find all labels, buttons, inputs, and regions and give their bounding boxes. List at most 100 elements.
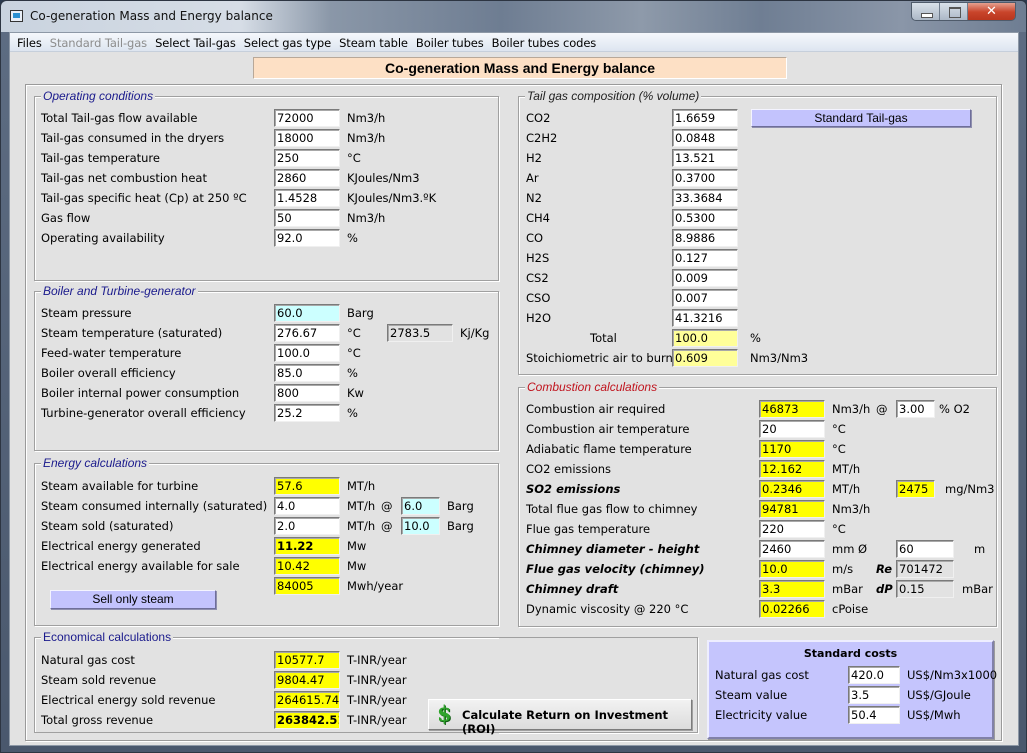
h2o-input[interactable]: 41.3216 (672, 309, 738, 327)
steam-pressure-input[interactable]: 60.0 (274, 304, 340, 322)
natural-gas-cost-readout: 10577.7 (274, 651, 340, 669)
steam-consumed-pressure-input[interactable]: 6.0 (401, 497, 440, 515)
combustion-air-temperature-input[interactable]: 20 (759, 420, 825, 438)
steam-temperature-input[interactable]: 276.67 (274, 324, 340, 342)
chimney-diameter-input[interactable]: 2460 (759, 540, 825, 558)
group-title: Energy calculations (41, 456, 150, 470)
calculate-roi-button[interactable]: $ Calculate Return on Investment (ROI) (428, 699, 692, 736)
label: Adiabatic flame temperature (526, 442, 692, 456)
unit: T-INR/year (347, 653, 407, 667)
label: Boiler internal power consumption (41, 386, 240, 400)
flue-gas-temperature-input[interactable]: 220 (759, 520, 825, 538)
cs2-input[interactable]: 0.009 (672, 269, 738, 287)
label: Tail-gas net combustion heat (41, 171, 207, 185)
unit: MT/h (347, 499, 376, 513)
unit: Nm3/h (347, 111, 386, 125)
menu-steam-table[interactable]: Steam table (335, 33, 412, 51)
label: Steam consumed internally (saturated) (41, 499, 268, 513)
window-title: Co-generation Mass and Energy balance (30, 9, 273, 23)
label: Tail-gas consumed in the dryers (41, 131, 225, 145)
label: Natural gas cost (715, 668, 809, 682)
label: Feed-water temperature (41, 346, 182, 360)
app-window-icon[interactable] (10, 10, 23, 22)
unit: Barg (447, 499, 474, 513)
steam-sold-input[interactable]: 2.0 (274, 517, 340, 535)
steam-available-readout: 57.6 (274, 477, 340, 495)
menu-standard-tail-gas[interactable]: Standard Tail-gas (46, 33, 151, 51)
turbine-efficiency-input[interactable]: 25.2 (274, 404, 340, 422)
menu-boiler-tubes[interactable]: Boiler tubes (412, 33, 488, 51)
electricity-value-input[interactable]: 50.4 (848, 706, 900, 724)
steam-sold-pressure-input[interactable]: 10.0 (401, 517, 440, 535)
combustion-air-required-readout: 46873 (759, 400, 825, 418)
total-label: Total (590, 331, 617, 345)
component-label: H2 (526, 151, 542, 165)
boiler-power-consumption-input[interactable]: 800 (274, 384, 340, 402)
label: CO2 emissions (526, 462, 612, 476)
total-gross-revenue-readout: 263842.51 (274, 711, 340, 729)
label: SO2 emissions (526, 482, 621, 496)
steam-value-input[interactable]: 3.5 (848, 686, 900, 704)
minimize-button[interactable] (912, 3, 940, 20)
component-label: CSO (526, 291, 551, 305)
unit: Mwh/year (347, 579, 404, 593)
unit: °C (347, 326, 361, 340)
ch4-input[interactable]: 0.5300 (672, 209, 738, 227)
unit: Barg (347, 306, 374, 320)
at-sign: @ (381, 519, 393, 533)
component-label: CO2 (526, 111, 551, 125)
h2s-input[interactable]: 0.127 (672, 249, 738, 267)
n2-input[interactable]: 33.3684 (672, 189, 738, 207)
natural-gas-cost-input[interactable]: 420.0 (848, 666, 900, 684)
gas-flow-input[interactable]: 50 (274, 209, 340, 227)
label: Combustion air required (526, 402, 666, 416)
steam-consumed-input[interactable]: 4.0 (274, 497, 340, 515)
flue-gas-flow-readout: 94781 (759, 500, 825, 518)
co-input[interactable]: 8.9886 (672, 229, 738, 247)
maximize-button[interactable] (940, 3, 968, 20)
total-tail-gas-flow-input[interactable]: 72000 (274, 109, 340, 127)
h2-input[interactable]: 13.521 (672, 149, 738, 167)
excess-o2-input[interactable]: 3.00 (896, 400, 935, 418)
component-label: CS2 (526, 271, 549, 285)
boiler-efficiency-input[interactable]: 85.0 (274, 364, 340, 382)
combustion-heat-input[interactable]: 2860 (274, 169, 340, 187)
feed-water-temperature-input[interactable]: 100.0 (274, 344, 340, 362)
co2-input[interactable]: 1.6659 (672, 109, 738, 127)
menu-select-gas-type[interactable]: Select gas type (240, 33, 335, 51)
menu-bar: Files Standard Tail-gas Select Tail-gas … (10, 33, 1018, 52)
tail-gas-dryers-input[interactable]: 18000 (274, 129, 340, 147)
stoichiometric-air-readout: 0.609 (672, 349, 738, 367)
unit: °C (347, 151, 361, 165)
ar-input[interactable]: 0.3700 (672, 169, 738, 187)
label: Operating availability (41, 231, 165, 245)
adiabatic-flame-temperature-readout: 1170 (759, 440, 825, 458)
operating-availability-input[interactable]: 92.0 (274, 229, 340, 247)
unit: °C (832, 522, 846, 536)
unit: US$/GJoule (907, 688, 971, 702)
label: Electrical energy generated (41, 539, 201, 553)
standard-tail-gas-button[interactable]: Standard Tail-gas (751, 109, 971, 127)
at-sign: @ (876, 402, 888, 416)
menu-select-tail-gas[interactable]: Select Tail-gas (151, 33, 240, 51)
c2h2-input[interactable]: 0.0848 (672, 129, 738, 147)
unit: US$/Mwh (907, 708, 961, 722)
cso-input[interactable]: 0.007 (672, 289, 738, 307)
menu-boiler-tubes-codes[interactable]: Boiler tubes codes (488, 33, 601, 51)
sell-only-steam-button[interactable]: Sell only steam (50, 590, 216, 609)
menu-files[interactable]: Files (13, 33, 46, 51)
tail-gas-temperature-input[interactable]: 250 (274, 149, 340, 167)
close-button[interactable]: ✕ (968, 3, 1015, 20)
electrical-energy-for-sale-readout: 10.42 (274, 557, 340, 575)
chimney-height-input[interactable]: 60 (896, 540, 954, 558)
standard-costs-panel: Standard costs Natural gas cost 420.0 US… (707, 640, 997, 739)
unit: Mw (347, 559, 367, 573)
unit: KJoules/Nm3 (347, 171, 420, 185)
component-label: CH4 (526, 211, 550, 225)
app-window: Co-generation Mass and Energy balance ✕ … (0, 0, 1027, 753)
label: Electrical energy available for sale (41, 559, 240, 573)
unit: % (750, 331, 761, 345)
specific-heat-input[interactable]: 1.4528 (274, 189, 340, 207)
label: Tail-gas specific heat (Cp) at 250 ºC (41, 191, 247, 205)
label: Tail-gas temperature (41, 151, 160, 165)
